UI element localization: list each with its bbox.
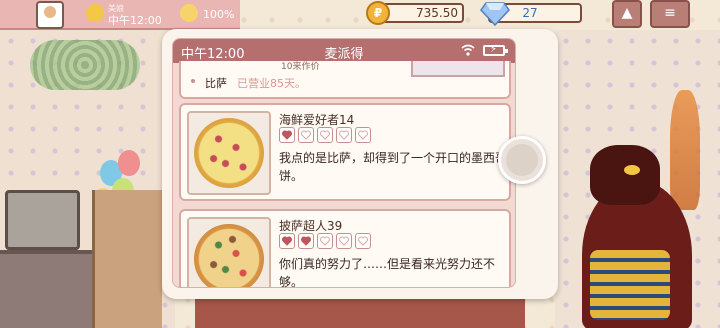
heart-icon — [298, 127, 314, 143]
menu-icon[interactable]: ≡ — [650, 0, 690, 28]
hud-clock-time: 中午12:00 — [108, 14, 162, 27]
heart-icon — [279, 127, 295, 143]
cash-register — [5, 190, 80, 250]
avatar[interactable] — [36, 1, 64, 29]
diamond-icon — [480, 2, 510, 26]
pizza-image — [194, 118, 264, 188]
reviewer-name: 披萨超人39 — [279, 219, 343, 233]
shop-thumbnail — [411, 61, 505, 77]
statue-gold-band — [590, 250, 670, 320]
smiley-icon — [180, 4, 198, 22]
gem-value: 27 — [522, 6, 538, 20]
phone-status-bar: 中午12:00 麦派得 ⚡ — [173, 39, 515, 63]
review-card: 披萨超人39 你们真的努力了……但是看来光努力还不够。 — [179, 209, 511, 288]
carrot-decoration — [670, 90, 700, 210]
review-text: 你们真的努力了……但是看来光努力还不够。 — [279, 257, 496, 288]
chevron-up-icon[interactable]: ▲ — [612, 0, 642, 28]
anubis-eye — [624, 165, 640, 175]
hud-status-panel: 美娘 中午12:00 100% — [0, 0, 240, 30]
phone-home-button[interactable] — [498, 136, 546, 184]
partial-reviewer: 10来作价 — [281, 62, 320, 72]
anubis-head — [590, 145, 660, 205]
heart-icon — [317, 127, 333, 143]
heart-icon — [336, 127, 352, 143]
pizza-label: 比萨 — [205, 77, 227, 90]
pizza-photo-frame — [187, 111, 271, 195]
reviewer-name: 海鲜爱好者14 — [279, 113, 355, 127]
heart-rating — [279, 233, 371, 249]
happiness-percent: 100% — [203, 8, 235, 21]
heart-icon — [355, 233, 371, 249]
heart-icon — [336, 233, 352, 249]
hud-clock: 美娘 中午12:00 — [108, 3, 162, 27]
coin-value: 735.50 — [416, 6, 458, 20]
counter — [0, 250, 95, 328]
heart-icon — [279, 233, 295, 249]
battery-icon: ⚡ — [483, 44, 508, 56]
heart-icon — [298, 233, 314, 249]
coin-icon: ₽ — [366, 1, 390, 25]
review-card: 海鲜爱好者14 我点的是比萨，却得到了一个开口的墨西哥饼。 — [179, 103, 511, 201]
balloon — [118, 150, 140, 176]
heart-rating — [279, 127, 371, 143]
sun-icon — [86, 4, 104, 22]
pizza-photo-frame — [187, 217, 271, 287]
pizza-image — [194, 224, 264, 287]
review-card-partial: 10来作价 比萨 已营业85天。 — [179, 61, 511, 99]
heart-icon — [317, 233, 333, 249]
review-text: 我点的是比萨，却得到了一个开口的墨西哥饼。 — [279, 151, 508, 183]
wifi-icon — [461, 44, 475, 56]
phone-screen: 中午12:00 麦派得 ⚡ 10来作价 比萨 已营业85天。 海鲜爱好者14 我… — [172, 38, 516, 288]
shelf — [92, 190, 162, 328]
bullet-icon — [191, 79, 195, 83]
garland-decoration — [30, 40, 140, 90]
days-open: 已营业85天。 — [237, 77, 306, 90]
heart-icon — [355, 127, 371, 143]
hud-clock-sub: 美娘 — [108, 4, 124, 13]
